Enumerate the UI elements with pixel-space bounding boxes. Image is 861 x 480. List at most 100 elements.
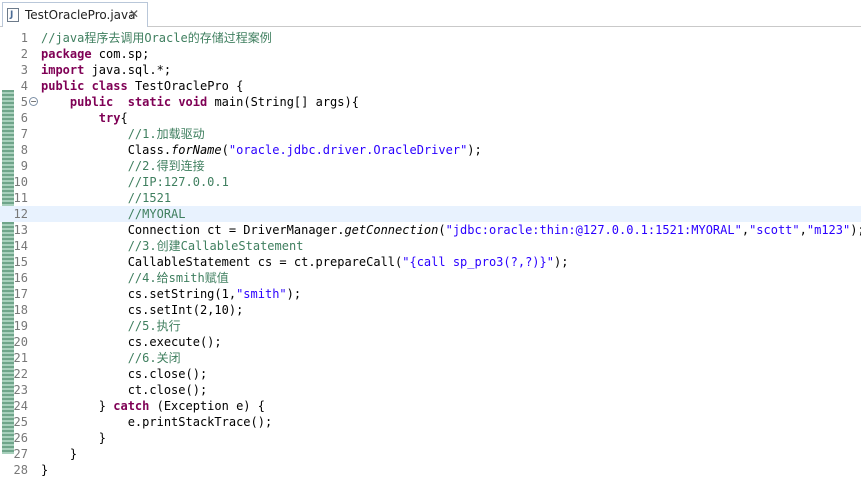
code-token: getConnection xyxy=(344,223,439,237)
code-token: //IP:127.0.0.1 xyxy=(127,175,229,189)
code-line[interactable]: 11 //1521 xyxy=(0,190,861,206)
code-line[interactable]: 27 } xyxy=(0,446,861,462)
code-token: //java程序去调用Oracle的存储过程案例 xyxy=(41,31,272,45)
code-line[interactable]: 26 } xyxy=(0,430,861,446)
code-token: "scott" xyxy=(749,223,800,237)
line-number: 23 xyxy=(13,383,28,397)
code-text: //3.创建CallableStatement xyxy=(41,238,304,254)
editor-tab-testoraclepro[interactable]: J TestOraclePro.java ✕ xyxy=(2,2,148,27)
code-line[interactable]: 14 //3.创建CallableStatement xyxy=(0,238,861,254)
code-token: try xyxy=(98,111,121,125)
code-token: cs.setInt(2,10); xyxy=(127,303,244,317)
code-text: cs.setInt(2,10); xyxy=(41,302,244,318)
code-text: //5.执行 xyxy=(41,318,181,334)
code-line[interactable]: 12 //MYORAL xyxy=(0,206,861,222)
code-text: //2.得到连接 xyxy=(41,158,205,174)
code-text: //IP:127.0.0.1 xyxy=(41,174,229,190)
code-text: //MYORAL xyxy=(41,206,186,222)
code-line[interactable]: 10 //IP:127.0.0.1 xyxy=(0,174,861,190)
code-token: public xyxy=(69,95,114,109)
line-number: 8 xyxy=(20,143,28,157)
code-token: //2.得到连接 xyxy=(127,159,205,173)
code-line[interactable]: 15 CallableStatement cs = ct.prepareCall… xyxy=(0,254,861,270)
code-line[interactable]: 23 ct.close(); xyxy=(0,382,861,398)
code-text: //java程序去调用Oracle的存储过程案例 xyxy=(41,30,272,46)
code-token: } xyxy=(98,399,114,413)
code-token: //MYORAL xyxy=(127,207,186,221)
code-text: cs.execute(); xyxy=(41,334,222,350)
code-line[interactable]: 1 //java程序去调用Oracle的存储过程案例 xyxy=(0,30,861,46)
code-token: Connection ct = DriverManager. xyxy=(127,223,345,237)
code-token: Class. xyxy=(127,143,172,157)
editor-tab-bar: J TestOraclePro.java ✕ xyxy=(0,0,861,27)
tab-title: TestOraclePro.java xyxy=(25,8,136,22)
code-line[interactable]: 24 } catch (Exception e) { xyxy=(0,398,861,414)
line-number: 24 xyxy=(13,399,28,413)
code-line[interactable]: 2 package com.sp; xyxy=(0,46,861,62)
code-line[interactable]: 28} xyxy=(0,462,861,478)
code-line[interactable]: 25 e.printStackTrace(); xyxy=(0,414,861,430)
code-token: ); xyxy=(467,143,482,157)
code-editor[interactable]: 1 //java程序去调用Oracle的存储过程案例 2 package com.sp… xyxy=(0,27,861,480)
code-text: package com.sp; xyxy=(41,46,149,62)
line-number: 5 xyxy=(20,95,28,109)
code-token: cs.close(); xyxy=(127,367,208,381)
code-token: ( xyxy=(438,223,446,237)
code-line[interactable]: 7 //1.加载驱动 xyxy=(0,126,861,142)
code-text: Connection ct = DriverManager.getConnect… xyxy=(41,222,861,238)
code-token: (Exception e) { xyxy=(149,399,265,413)
code-line[interactable]: 13 Connection ct = DriverManager.getConn… xyxy=(0,222,861,238)
line-number: 1 xyxy=(20,31,28,45)
code-line[interactable]: 4 public class TestOraclePro { xyxy=(0,78,861,94)
code-token: TestOraclePro { xyxy=(127,79,244,93)
code-token: , xyxy=(741,223,750,237)
code-token: package xyxy=(41,47,92,61)
code-line[interactable]: 5− public static void main(String[] args… xyxy=(0,94,861,110)
code-line[interactable]: 22 cs.close(); xyxy=(0,366,861,382)
line-number: 21 xyxy=(13,351,28,365)
code-text: public class TestOraclePro { xyxy=(41,78,243,94)
code-token: e.printStackTrace(); xyxy=(127,415,273,429)
code-line[interactable]: 21 //6.关闭 xyxy=(0,350,861,366)
code-line[interactable]: 3 import java.sql.*; xyxy=(0,62,861,78)
code-line[interactable]: 19 //5.执行 xyxy=(0,318,861,334)
close-icon[interactable]: ✕ xyxy=(129,7,139,21)
code-line[interactable]: 17 cs.setString(1,"smith"); xyxy=(0,286,861,302)
line-number: 3 xyxy=(20,63,28,77)
code-text: } xyxy=(41,446,77,462)
code-token: java.sql.*; xyxy=(84,63,172,77)
line-number: 26 xyxy=(13,431,28,445)
line-number: 17 xyxy=(13,287,28,301)
line-number: 11 xyxy=(13,191,28,205)
code-line[interactable]: 6 try{ xyxy=(0,110,861,126)
line-number: 9 xyxy=(20,159,28,173)
code-line[interactable]: 18 cs.setInt(2,10); xyxy=(0,302,861,318)
code-line[interactable]: 20 cs.execute(); xyxy=(0,334,861,350)
code-token: cs.setString(1, xyxy=(127,287,237,301)
code-token: CallableStatement cs = ct.prepareCall( xyxy=(127,255,403,269)
line-number: 10 xyxy=(13,175,28,189)
code-line[interactable]: 8 Class.forName("oracle.jdbc.driver.Orac… xyxy=(0,142,861,158)
code-token: , xyxy=(799,223,807,237)
code-token: import xyxy=(41,63,85,77)
fold-collapse-icon[interactable]: − xyxy=(29,97,38,106)
code-token: ); xyxy=(286,287,302,301)
code-text: cs.setString(1,"smith"); xyxy=(41,286,301,302)
code-text: e.printStackTrace(); xyxy=(41,414,273,430)
code-token: //6.关闭 xyxy=(127,351,181,365)
code-token: //3.创建CallableStatement xyxy=(127,239,304,253)
code-line[interactable]: 16 //4.给smith赋值 xyxy=(0,270,861,286)
code-text: cs.close(); xyxy=(41,366,207,382)
code-line[interactable]: 9 //2.得到连接 xyxy=(0,158,861,174)
code-text: public static void main(String[] args){ xyxy=(41,94,359,110)
